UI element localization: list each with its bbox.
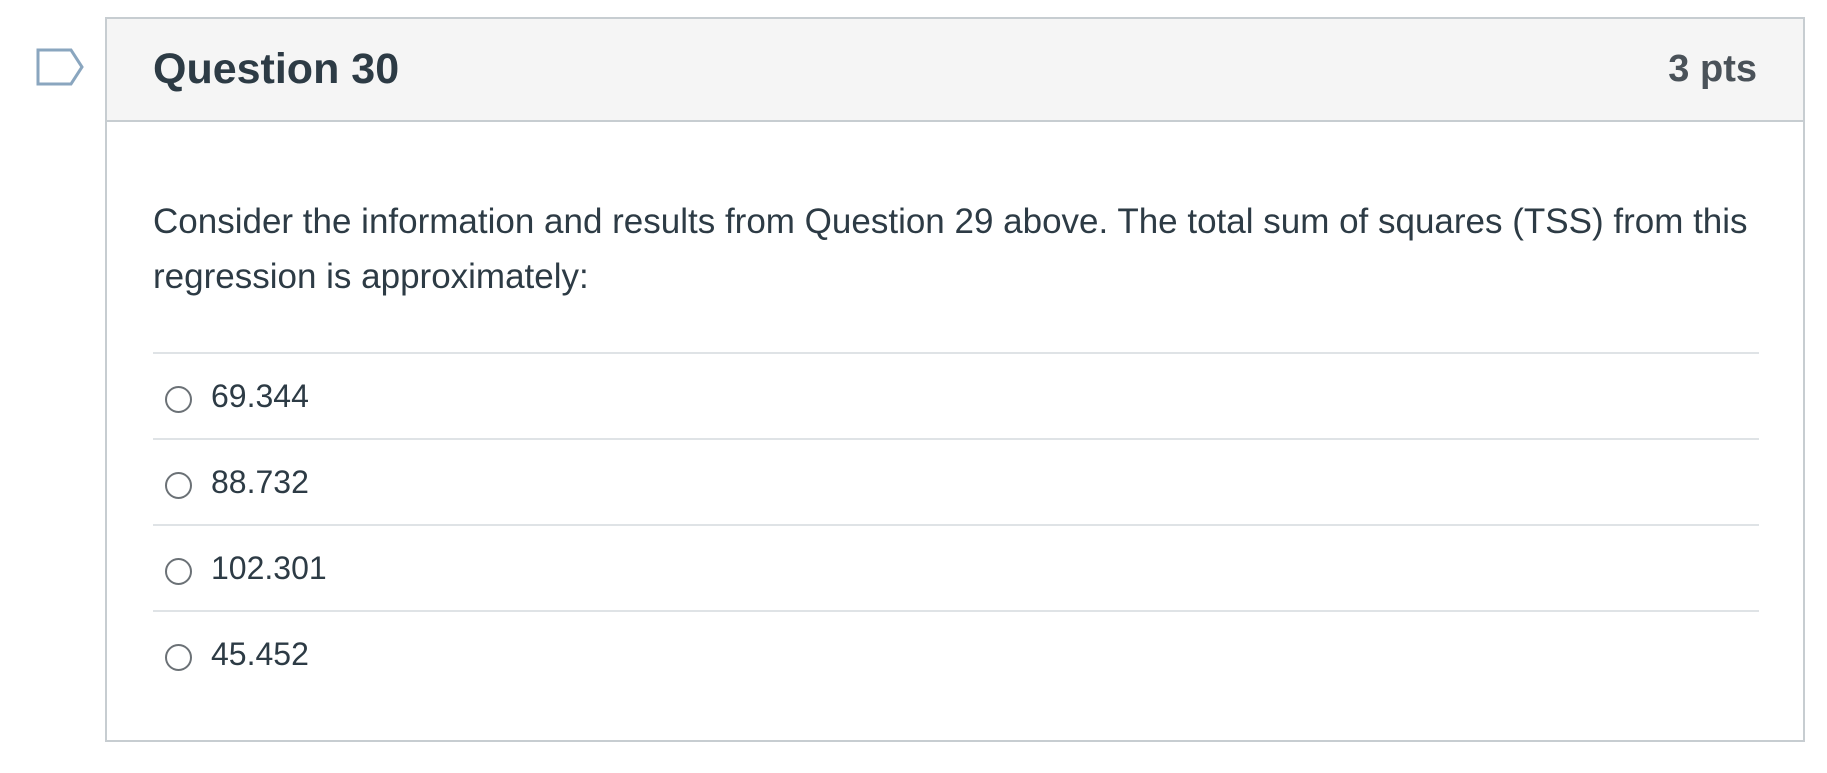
bookmark-flag-icon: [36, 47, 86, 87]
answer-option[interactable]: 69.344: [153, 352, 1759, 438]
question-title: Question 30: [153, 45, 400, 93]
question-card: Question 30 3 pts Consider the informati…: [105, 17, 1805, 742]
answer-label: 69.344: [211, 377, 309, 414]
radio-button[interactable]: [165, 385, 192, 413]
answer-label: 88.732: [211, 463, 309, 500]
question-header: Question 30 3 pts: [107, 19, 1803, 122]
answer-list: 69.344 88.732 102.301 45.452: [153, 352, 1759, 696]
radio-button[interactable]: [165, 471, 192, 499]
answer-option[interactable]: 102.301: [153, 524, 1759, 610]
answer-option[interactable]: 88.732: [153, 438, 1759, 524]
answer-option[interactable]: 45.452: [153, 610, 1759, 696]
radio-button[interactable]: [165, 643, 192, 671]
question-points: 3 pts: [1668, 48, 1757, 90]
question-text: Consider the information and results fro…: [153, 202, 1748, 296]
radio-button[interactable]: [165, 557, 192, 585]
answer-label: 102.301: [211, 549, 327, 586]
flag-question-button[interactable]: [36, 47, 86, 87]
answer-label: 45.452: [211, 635, 309, 672]
